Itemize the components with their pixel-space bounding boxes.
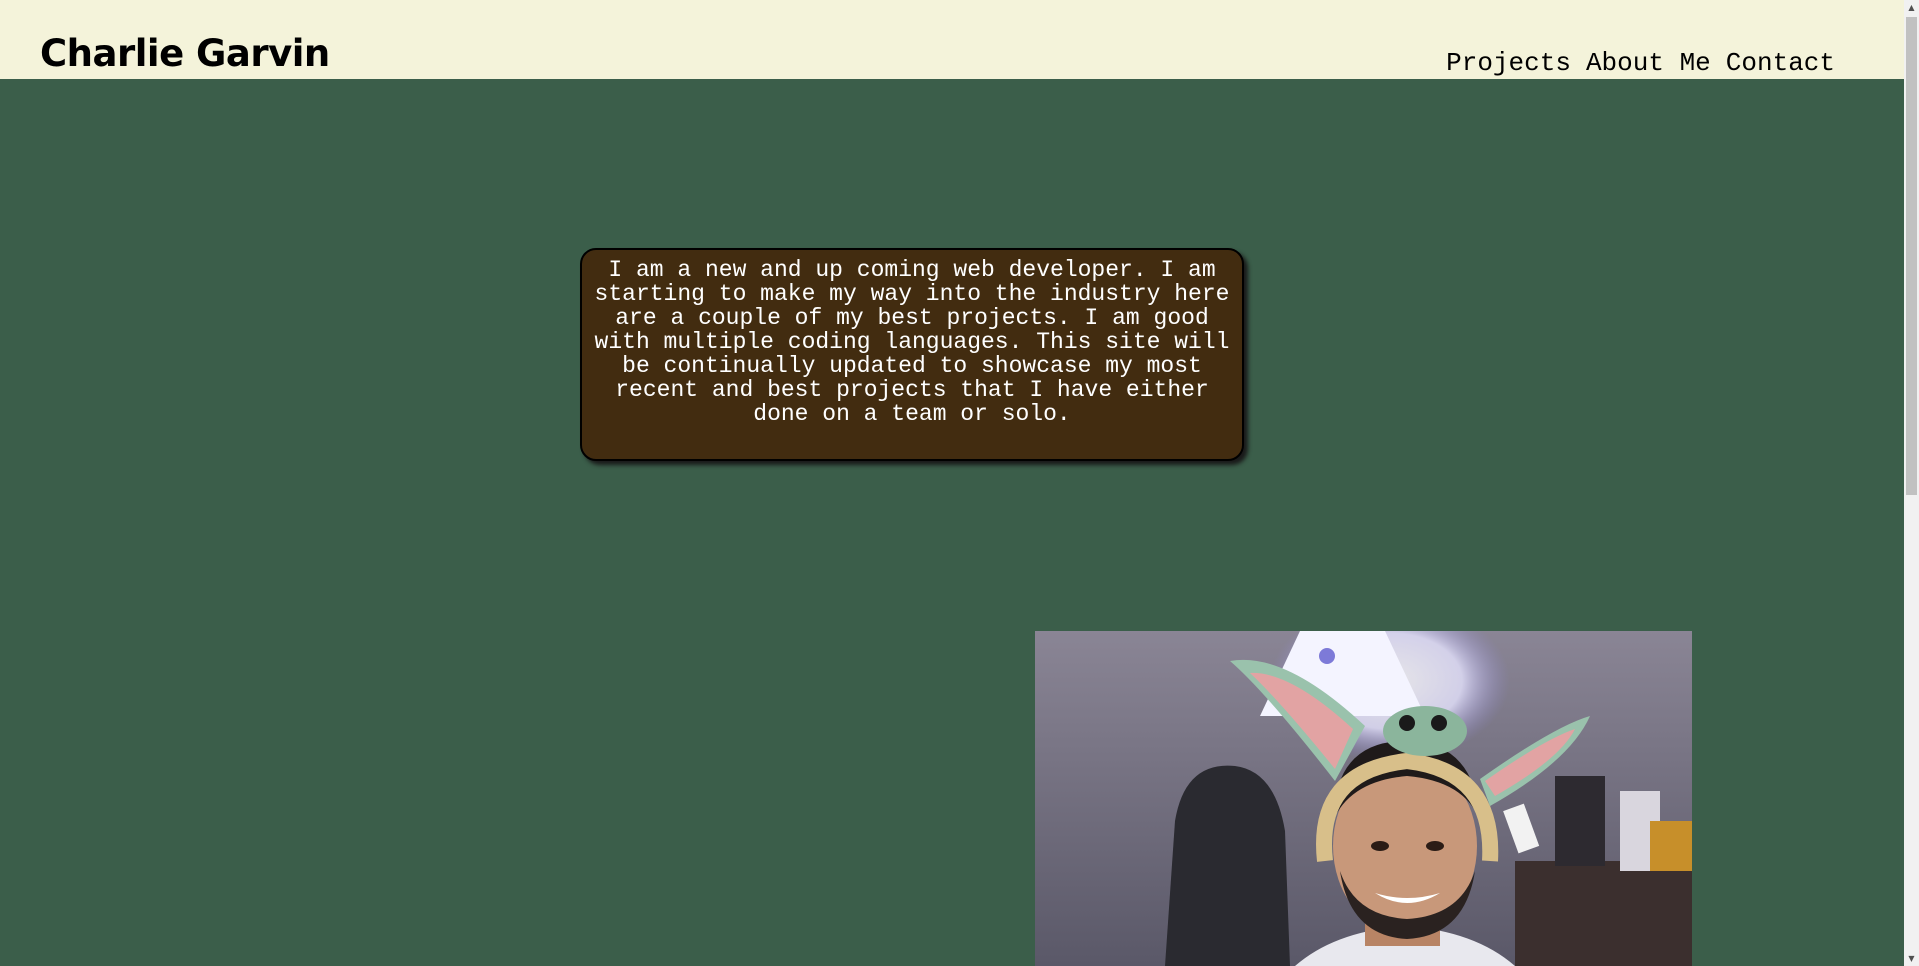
nav-link-projects[interactable]: Projects <box>1446 48 1571 78</box>
scrollbar-thumb[interactable] <box>1906 17 1917 495</box>
scroll-down-arrow-icon[interactable]: ▼ <box>1904 951 1919 966</box>
profile-photo <box>1035 631 1692 966</box>
main-nav: Projects About Me Contact <box>1446 48 1835 78</box>
vertical-scrollbar[interactable]: ▲ ▼ <box>1904 0 1919 966</box>
nav-link-contact[interactable]: Contact <box>1726 48 1835 78</box>
about-text-box: I am a new and up coming web developer. … <box>580 248 1244 461</box>
profile-photo-image <box>1035 631 1692 966</box>
nav-link-about-me[interactable]: About Me <box>1586 48 1711 78</box>
scroll-up-arrow-icon[interactable]: ▲ <box>1904 0 1919 15</box>
about-text: I am a new and up coming web developer. … <box>594 257 1230 427</box>
site-title: Charlie Garvin <box>40 32 330 75</box>
site-header: Charlie Garvin Projects About Me Contact <box>0 0 1904 79</box>
